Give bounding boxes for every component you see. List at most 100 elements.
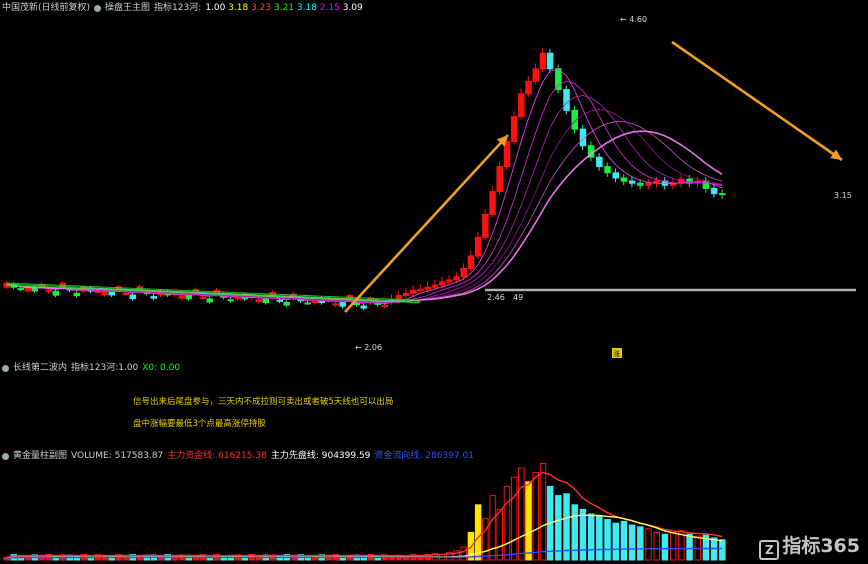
settings-dot-icon[interactable] [2, 452, 9, 460]
candle-body [45, 289, 52, 292]
volume-panel-title[interactable]: 黄金量柱副图 [13, 450, 67, 462]
settings-dot-icon[interactable] [94, 4, 102, 12]
moving-average-line [6, 121, 723, 303]
candle-body [532, 68, 539, 82]
stock-name: 中国茂新(日线前复权) [2, 3, 91, 13]
indicator-params: 指标123河: [154, 3, 202, 13]
candle-body [467, 255, 475, 269]
candle-body [518, 93, 525, 118]
candle-body [178, 295, 185, 299]
watermark: Z 指标365 [759, 531, 860, 560]
candle-body [227, 299, 234, 302]
candle-body [206, 298, 213, 303]
volume-bar [596, 515, 603, 561]
candle-body [525, 80, 532, 95]
candle-body [555, 68, 562, 91]
volume-bar [620, 520, 628, 561]
signal-panel-value: X0: 0.00 [142, 363, 181, 373]
settings-dot-icon[interactable] [2, 364, 9, 372]
signal-panel[interactable]: 长线第二波内 指标123河:1.00 X0: 0.00 信号出来后尾盘参与，三天… [0, 360, 868, 448]
candle-body [503, 141, 511, 168]
candle-body [332, 303, 339, 306]
moving-average-line [6, 130, 723, 303]
volume-bar [628, 524, 636, 561]
signal-note-1: 信号出来后尾盘参与，三天内不成拉则可卖出或者破5天线也可以出局 [133, 397, 394, 407]
candle-body [73, 292, 80, 297]
high-price-label: ← 4.60 [620, 15, 647, 24]
volume-bar [637, 526, 644, 561]
volume-bar [460, 546, 467, 561]
volume-bar [525, 481, 532, 561]
candle-body [402, 292, 410, 297]
volume-bar [661, 533, 669, 561]
signal-panel-params: 指标123河:1.00 [71, 363, 139, 373]
arrow-head-icon [830, 149, 842, 160]
main-panel-header: 中国茂新(日线前复权) 操盘王主图 指标123河: 1.00 3.18 3.23… [2, 2, 363, 14]
candlestick-chart[interactable]: 2.46 49 ← 4.60 ← 2.06 3.15 涨 [0, 0, 868, 360]
volume-bar [539, 462, 547, 561]
volume-chart[interactable] [0, 448, 868, 564]
signal-marker-label: 涨 [613, 349, 620, 358]
candle-body [546, 52, 554, 70]
level-label-left: 2.46 [487, 293, 505, 302]
series3-label: 资金流向线: 286397.01 [374, 451, 474, 461]
volume-bar [604, 519, 611, 561]
main-chart-panel[interactable]: 2.46 49 ← 4.60 ← 2.06 3.15 涨 中国茂新(日线前复权) 操盘王主… [0, 0, 868, 360]
volume-bar [587, 513, 595, 561]
candle-body [122, 293, 129, 296]
indicator-value: 3.18 [228, 3, 252, 13]
series1-label: 主力资金线: 616215.38 [167, 451, 267, 461]
volume-panel[interactable]: 黄金量柱副图 VOLUME: 517583.87 主力资金线: 616215.3… [0, 448, 868, 564]
candle-body [474, 236, 482, 257]
candle-body [410, 289, 417, 294]
candle-body [360, 305, 367, 309]
logo-icon: Z [759, 540, 780, 560]
candle-body [446, 279, 453, 283]
volume-bar [510, 476, 518, 561]
candle-body [417, 288, 424, 291]
ribbon-line [6, 285, 421, 304]
candle-body [438, 281, 446, 286]
volume-bar [489, 495, 496, 561]
indicator-name[interactable]: 操盘王主图 [105, 2, 150, 14]
candle-body [510, 116, 518, 143]
candle-body [637, 182, 644, 186]
candle-body [353, 302, 360, 306]
candle-body [719, 193, 726, 196]
candle-body [304, 302, 311, 305]
candle-body [539, 52, 547, 70]
candle-body [199, 296, 206, 299]
candle-body [612, 172, 619, 179]
indicator-value: 3.21 [273, 3, 297, 13]
indicator-value: 1.00 [205, 3, 229, 13]
volume-bar [503, 485, 511, 561]
volume-bar [571, 504, 578, 561]
candle-body [255, 299, 262, 303]
series2-label: 主力先盘线: 904399.59 [270, 451, 371, 461]
volume-bar [669, 531, 677, 561]
signal-note-2: 盘中涨幅要最低3个点最高涨停持股 [133, 419, 266, 429]
candle-body [482, 213, 489, 238]
candle-body [496, 166, 503, 193]
volume-bar [482, 518, 489, 561]
candle-body [453, 276, 460, 281]
candle-body [628, 180, 636, 184]
candle-body [101, 291, 108, 296]
signal-panel-title[interactable]: 长线第二波内 [13, 362, 67, 374]
volume-bar [496, 508, 503, 561]
indicator-value: 3.23 [251, 3, 274, 13]
volume-bar [645, 528, 652, 561]
candle-body [431, 284, 439, 288]
volume-panel-header: 黄金量柱副图 VOLUME: 517583.87 主力资金线: 616215.3… [2, 450, 474, 462]
low-price-label: ← 2.06 [355, 343, 382, 352]
watermark-text: 指标365 [782, 535, 860, 557]
volume-bar [719, 539, 726, 561]
candle-body [620, 177, 628, 182]
volume-bar [474, 504, 482, 561]
candle-body [339, 301, 346, 307]
candle-body [52, 290, 59, 296]
candle-body [460, 267, 467, 278]
candle-body [381, 305, 388, 308]
candle-body [604, 166, 611, 174]
candle-body [596, 156, 603, 168]
